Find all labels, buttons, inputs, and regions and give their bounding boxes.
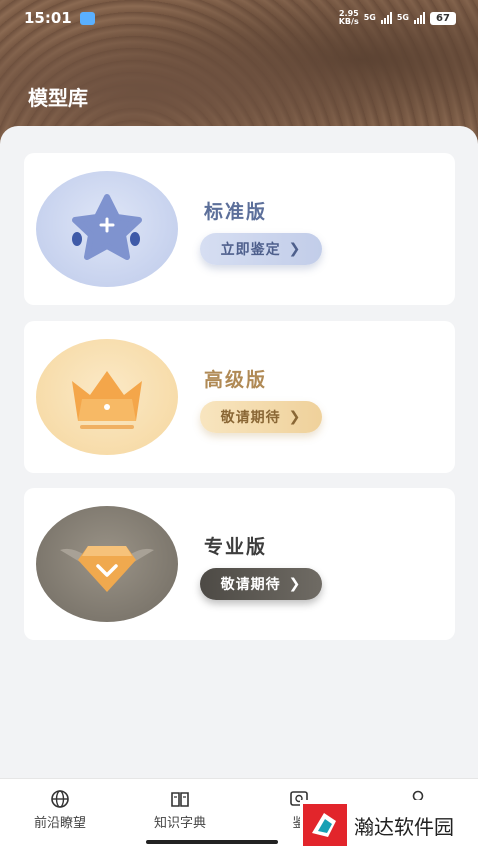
signal-icon (414, 12, 425, 24)
watermark: 瀚达软件园 (300, 800, 470, 850)
model-card-standard[interactable]: 标准版 立即鉴定 ❯ (24, 153, 455, 305)
diamond-icon (36, 506, 178, 622)
status-bar: 15:01 2.95 KB/s 5G 5G 67 (0, 0, 478, 36)
tab-frontier[interactable]: 前沿瞭望 (10, 789, 110, 831)
button-label: 敬请期待 (220, 577, 281, 593)
card-title: 专业版 (204, 536, 268, 558)
book-icon (171, 792, 189, 807)
model-list-panel: 标准版 立即鉴定 ❯ 高级版 敬请期待 ❯ 专业版 敬请期待 ❯ (0, 126, 478, 778)
identify-now-button[interactable]: 立即鉴定 ❯ (200, 233, 322, 265)
card-title: 高级版 (204, 369, 268, 391)
card-title: 标准版 (204, 201, 268, 223)
notification-app-icon (79, 11, 95, 25)
signal-icon (380, 12, 392, 24)
home-indicator[interactable] (146, 840, 278, 844)
battery-icon: 67 (430, 11, 456, 25)
model-card-advanced[interactable]: 高级版 敬请期待 ❯ (24, 321, 455, 473)
star-icon (36, 171, 178, 287)
network-type-1: 5G (363, 13, 376, 22)
chevron-right-icon: ❯ (288, 409, 302, 425)
status-time: 15:01 (24, 9, 72, 27)
button-label: 敬请期待 (220, 410, 281, 426)
network-speed-unit: KB/s (338, 17, 359, 26)
tab-dictionary[interactable]: 知识字典 (130, 789, 230, 831)
chevron-right-icon: ❯ (288, 576, 302, 592)
button-label: 立即鉴定 (220, 242, 281, 258)
coming-soon-button[interactable]: 敬请期待 ❯ (200, 401, 322, 433)
crown-icon (36, 339, 178, 455)
watermark-logo-icon (303, 804, 347, 846)
network-type-2: 5G (396, 13, 409, 22)
globe-icon (51, 790, 69, 808)
network-speed: 2.95 KB/s (339, 10, 359, 26)
status-indicators: 2.95 KB/s 5G 5G 67 (339, 10, 456, 26)
chevron-right-icon: ❯ (288, 241, 302, 257)
model-card-professional[interactable]: 专业版 敬请期待 ❯ (24, 488, 455, 640)
page-title: 模型库 (28, 86, 88, 110)
coming-soon-button[interactable]: 敬请期待 ❯ (200, 568, 322, 600)
watermark-text: 瀚达软件园 (354, 814, 454, 839)
tab-label: 知识字典 (153, 816, 206, 831)
tab-label: 前沿瞭望 (33, 816, 86, 831)
